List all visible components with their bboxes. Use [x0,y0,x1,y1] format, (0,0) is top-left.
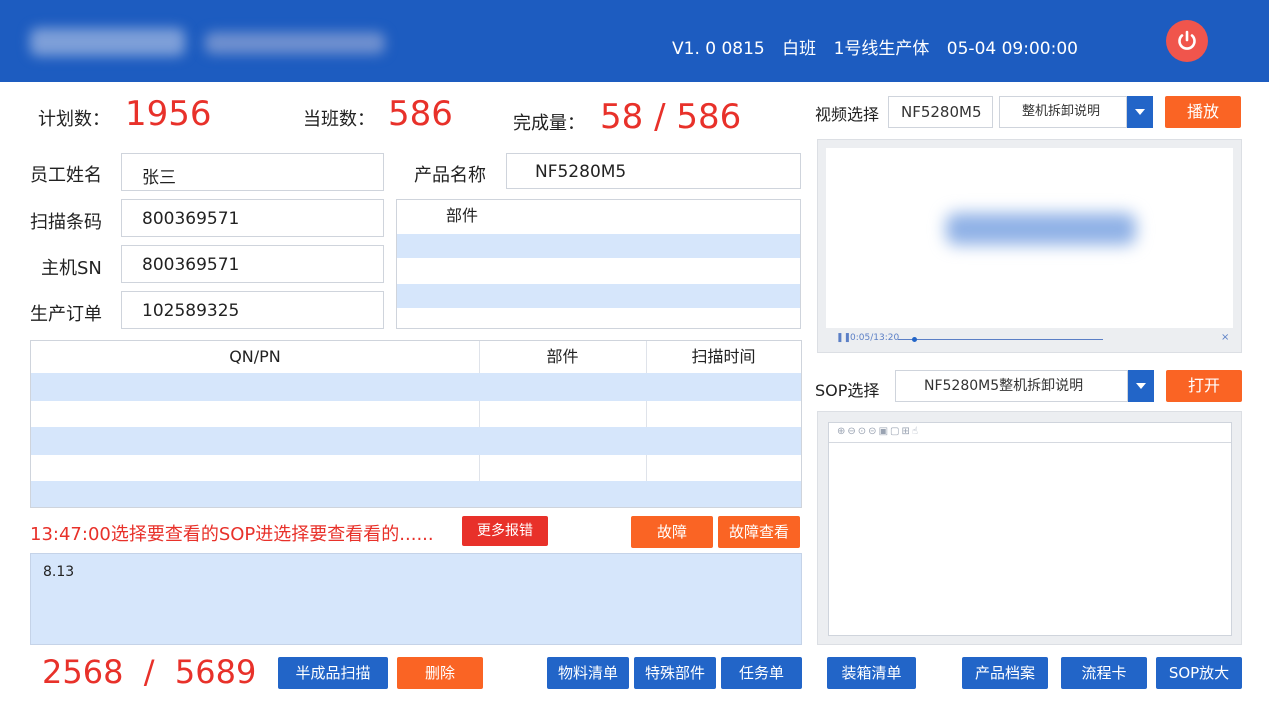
open-sop-button[interactable]: 打开 [1166,370,1242,402]
total-count: 2568 / 5689 [42,653,257,691]
video-model-field[interactable]: NF5280M5 [888,96,993,128]
close-icon[interactable]: × [1221,332,1229,343]
play-button[interactable]: 播放 [1165,96,1241,128]
parts-table: 部件 [396,199,801,329]
delete-button[interactable]: 删除 [397,657,483,689]
task-list-button[interactable]: 任务单 [721,657,802,689]
table-row[interactable] [31,401,801,427]
video-logo [946,213,1136,245]
zoom-in-icon[interactable]: ⊕ [837,426,847,437]
table-row[interactable] [31,455,801,481]
video-progress-handle[interactable] [912,337,917,342]
sop-document-area[interactable]: ⊕⊖⊙⊝▣▢⊞☝ [828,422,1232,636]
completed-value: 58 / 586 [600,97,742,137]
video-select-dropdown[interactable]: 整机拆卸说明 [999,96,1127,128]
table-row[interactable] [397,234,800,258]
shift-count-value: 586 [388,94,453,134]
column-header-part: 部件 [546,347,579,366]
video-dropdown-toggle[interactable] [1127,96,1153,128]
plan-count-label: 计划数： [38,109,110,130]
rotate-icon[interactable]: ⊙ [858,426,868,437]
production-order-field[interactable]: 102589325 [121,291,384,329]
top-header-bar: V1. 0 0815 白班 1号线生产体 05-04 09:00:00 [0,0,1269,82]
fit-icon[interactable]: ▢ [890,426,901,437]
more-errors-button[interactable]: 更多报错 [462,516,548,546]
notes-textarea[interactable]: 8.13 [30,553,802,645]
video-select-label: 视频选择 [815,105,880,124]
fault-view-button[interactable]: 故障查看 [718,516,800,548]
video-display [826,148,1233,328]
semi-product-scan-button[interactable]: 半成品扫描 [278,657,388,689]
bom-button[interactable]: 物料清单 [547,657,629,689]
special-parts-button[interactable]: 特殊部件 [634,657,716,689]
table-row[interactable] [31,481,801,507]
employee-name-label: 员工姓名 [30,165,102,186]
datetime-text: 05-04 09:00:00 [946,39,1078,59]
shift-count-label: 当班数： [303,109,375,130]
employee-name-field[interactable]: 张三 [121,153,384,191]
line-text: 1号线生产体 [833,39,930,59]
column-header-qnpn: QN/PN [229,347,281,366]
zoom-out-icon[interactable]: ⊖ [847,426,857,437]
packing-list-button[interactable]: 装箱清单 [827,657,916,689]
sop-viewer[interactable]: ⊕⊖⊙⊝▣▢⊞☝ [817,411,1242,645]
power-icon [1178,30,1196,50]
shift-text: 白班 [782,39,817,59]
status-message: 13:47:00选择要查看的SOP进选择要查看看的...... [30,524,434,545]
product-name-field[interactable]: NF5280M5 [506,153,801,189]
column-header-scan-time: 扫描时间 [691,347,756,366]
production-order-label: 生产订单 [30,304,102,325]
fullscreen-icon[interactable]: ⊞ [901,426,911,437]
sop-zoom-button[interactable]: SOP放大 [1156,657,1242,689]
fault-button[interactable]: 故障 [631,516,713,548]
company-logo [30,24,390,60]
minus-icon[interactable]: ⊝ [868,426,878,437]
power-button[interactable] [1166,20,1208,62]
completed-label: 完成量： [513,113,585,134]
sop-select-label: SOP选择 [815,381,880,400]
header-status: V1. 0 0815 白班 1号线生产体 05-04 09:00:00 [672,34,1090,59]
parts-header: 部件 [445,206,478,225]
table-row[interactable] [397,258,800,284]
product-name-label: 产品名称 [414,165,486,186]
barcode-field[interactable]: 800369571 [121,199,384,237]
host-sn-field[interactable]: 800369571 [121,245,384,283]
table-row[interactable] [31,427,801,455]
video-progress-bar[interactable] [898,339,1103,340]
version-text: V1. 0 0815 [672,39,765,59]
product-archive-button[interactable]: 产品档案 [962,657,1048,689]
sop-toolbar[interactable]: ⊕⊖⊙⊝▣▢⊞☝ [829,423,1231,443]
scan-table: QN/PN 部件 扫描时间 [30,340,802,508]
chevron-down-icon [1135,109,1145,115]
flow-card-button[interactable]: 流程卡 [1061,657,1147,689]
video-controls: ❚❚ 0:05/13:20 × [826,330,1233,348]
table-row[interactable] [397,284,800,308]
sop-dropdown-toggle[interactable] [1128,370,1154,402]
barcode-label: 扫描条码 [30,212,102,233]
chevron-down-icon [1136,383,1146,389]
hand-icon[interactable]: ☝ [912,426,920,437]
notes-text: 8.13 [43,564,75,580]
page-icon[interactable]: ▣ [879,426,890,437]
pause-icon[interactable]: ❚❚ [836,333,851,343]
plan-count-value: 1956 [125,94,212,134]
table-row[interactable] [31,373,801,401]
sop-select-dropdown[interactable]: NF5280M5整机拆卸说明 [895,370,1128,402]
video-time: 0:05/13:20 [850,333,900,343]
host-sn-label: 主机SN [41,258,102,279]
video-player[interactable]: ❚❚ 0:05/13:20 × [817,139,1242,353]
